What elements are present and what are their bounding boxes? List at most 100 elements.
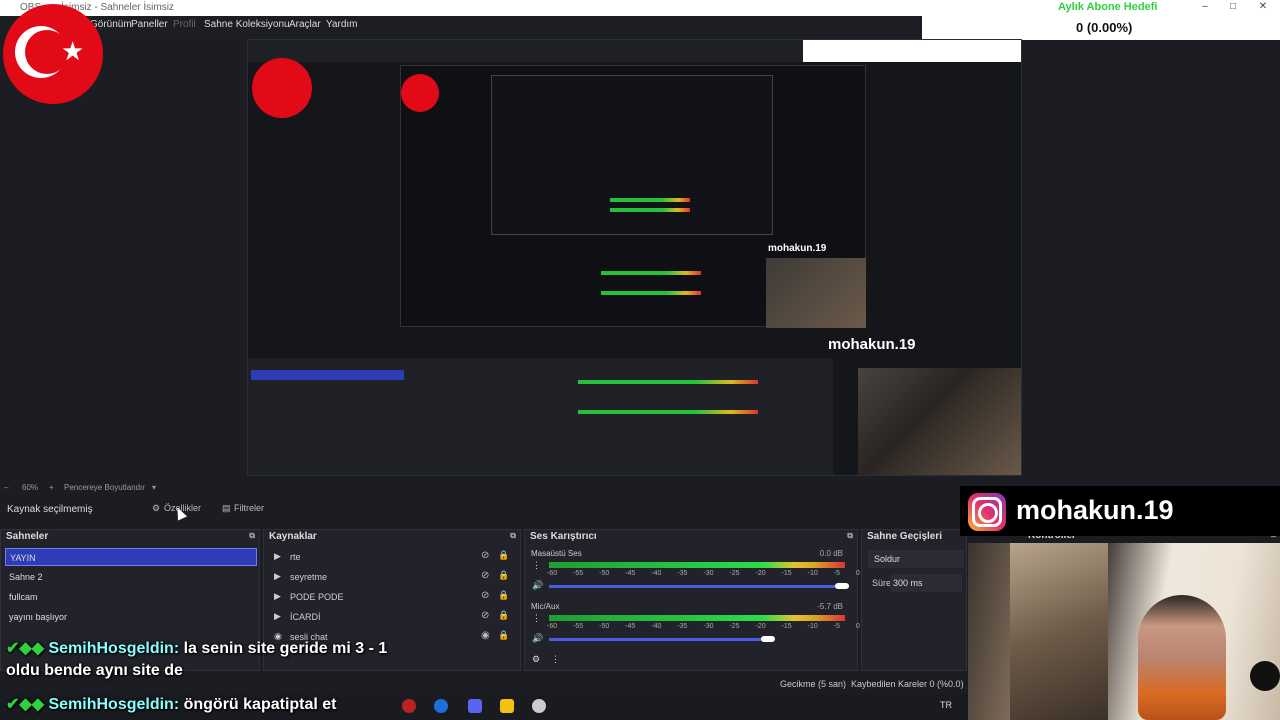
microphone [1250,661,1280,691]
channel-menu-icon[interactable]: ⋮ [532,613,541,624]
source-label: seyretme [290,572,328,582]
play-icon[interactable]: ▶ [274,611,281,622]
play-icon[interactable]: ▶ [274,591,281,602]
minimize-icon[interactable]: – [1198,1,1212,12]
eye-hidden-icon[interactable]: ⊘ [481,570,489,581]
wall-poster [1010,543,1108,720]
lock-icon[interactable]: 🔒 [498,570,509,581]
preview-insta-handle: mohakun.19 [828,336,916,353]
speaker-icon[interactable]: 🔊 [532,633,543,644]
source-label: rte [290,552,301,562]
maximize-icon[interactable]: □ [1226,1,1240,12]
slider-knob[interactable] [835,583,849,589]
chat-user: SemihHosgeldin: [48,640,180,657]
sources-title: Kaynaklar [269,531,317,542]
app-taskbar-icon[interactable] [500,699,514,713]
no-source-label: Kaynak seçilmemiş [7,504,93,515]
menu-profile[interactable]: Profil [173,19,196,30]
subscriber-goal-widget: 0 (0.00%) [922,16,1280,40]
source-label: PODE PODE [290,592,344,602]
source-item[interactable]: ▶ PODE PODE ⊘ 🔒 [270,588,520,606]
eye-hidden-icon[interactable]: ⊘ [481,550,489,561]
zoom-plus-icon[interactable]: + [49,483,54,492]
gear-icon: ⚙ [152,503,161,513]
scene-item[interactable]: YAYIN [5,548,257,566]
menu-scene-collection[interactable]: Sahne Koleksiyonu [204,19,290,30]
preview-nested-docks [248,358,833,475]
transitions-title: Sahne Geçişleri [867,531,943,542]
source-item[interactable]: ▶ seyretme ⊘ 🔒 [270,568,520,586]
channel-db: 0.0 dB [819,549,843,558]
close-icon[interactable]: ✕ [1256,1,1270,12]
audio-mixer-dock: Ses Karıştırıcı ⧉ Masaüstü Ses 0.0 dB ⋮ -… [524,529,860,671]
nested-flag-logo [401,74,439,112]
filters-button[interactable]: ▤ Filtreler [220,503,264,517]
eye-hidden-icon[interactable]: ⊘ [481,590,489,601]
instagram-icon [968,493,1006,531]
more-icon[interactable]: ⋮ [551,654,560,665]
channel-db: -5.7 dB [817,602,843,611]
scene-item[interactable]: fullcam [5,588,257,606]
zoom-minus-icon[interactable]: – [4,483,8,492]
scenes-title: Sahneler [6,531,49,542]
instagram-handle: mohakun.19 [1016,495,1174,525]
lock-icon[interactable]: 🔒 [498,610,509,621]
undock-icon[interactable]: ⧉ [510,531,516,541]
goal-value: 0 (0.00%) [1076,20,1133,35]
app-taskbar-icon-2[interactable] [532,699,546,713]
channel-name: Masaüstü Ses [531,549,582,558]
meter-ticks: -60 -55 -50 -45 -40 -35 -30 -25 -20 -15 … [547,570,860,577]
source-label: İCARDİ [290,612,321,622]
preview-nested-menubar [248,40,803,62]
goal-title: Aylık Abone Hedefi [1058,1,1158,13]
chat-message: ✔◆◆ SemihHosgeldin: öngörü kapatiptal et [6,694,337,714]
gear-icon[interactable]: ⚙ [532,654,540,665]
lock-icon[interactable]: 🔒 [498,590,509,601]
filter-icon: ▤ [222,503,231,513]
menu-docks[interactable]: Paneller [131,19,168,30]
duration-input[interactable]: 300 ms [890,574,962,592]
lock-icon[interactable]: 🔒 [498,630,509,641]
play-icon[interactable]: ▶ [274,571,281,582]
source-item[interactable]: ▶ İCARDİ ⊘ 🔒 [270,608,520,626]
preview-flag-logo [252,58,312,118]
preview-webcam [858,368,1021,475]
channel-menu-icon[interactable]: ⋮ [532,560,541,571]
source-toolbar: Kaynak seçilmemiş ⚙ Özellikler ▤ Filtreler [0,498,960,522]
menu-help[interactable]: Yardım [326,19,358,30]
turkish-flag-logo: ★ [3,4,103,104]
slider-knob[interactable] [761,636,775,642]
scene-item[interactable]: Sahne 2 [5,568,257,586]
webcam-overlay [968,543,1280,720]
undock-icon[interactable]: ⧉ [249,531,255,541]
eye-hidden-icon[interactable]: ⊘ [481,610,489,621]
browser-taskbar-icon[interactable] [434,699,448,713]
fit-to-window[interactable]: Pencereye Boyutlandır [64,483,145,492]
input-language[interactable]: TR [940,700,952,710]
transition-select[interactable]: Soldur [868,550,964,568]
scene-item[interactable]: yayını başlıyor [5,608,257,626]
preview-canvas[interactable]: mohakun.19 mohakun.19 [247,39,1022,476]
volume-meter [549,562,845,568]
chat-text: la senin site geride mi 3 - 1 [183,640,388,657]
obs-taskbar-icon[interactable] [402,699,416,713]
mixer-title: Ses Karıştırıcı [530,531,597,542]
menu-tools[interactable]: Araçlar [289,19,321,30]
discord-taskbar-icon[interactable] [468,699,482,713]
undock-icon[interactable]: ⧉ [847,531,853,541]
source-item[interactable]: ▶ rte ⊘ 🔒 [270,548,520,566]
status-bar: Gecikme (5 san) Kaybedilen Kareler 0 (%0… [0,674,968,694]
streamer [1138,595,1226,720]
chevron-down-icon[interactable]: ▾ [152,483,156,492]
lock-icon[interactable]: 🔒 [498,550,509,561]
filters-label: Filtreler [234,503,265,513]
window-titlebar: OBS ... - İsimsiz - Sahneler İsimsiz Ayl… [0,0,1280,16]
speaker-icon[interactable]: 🔊 [532,580,543,591]
play-icon[interactable]: ▶ [274,551,281,562]
volume-slider[interactable] [549,583,849,589]
zoom-level: 60% [22,483,39,492]
chat-user: SemihHosgeldin: [48,696,180,713]
volume-slider[interactable] [549,636,775,642]
preview-insta-tiny: mohakun.19 [768,243,827,254]
eye-icon[interactable]: ◉ [481,630,490,641]
